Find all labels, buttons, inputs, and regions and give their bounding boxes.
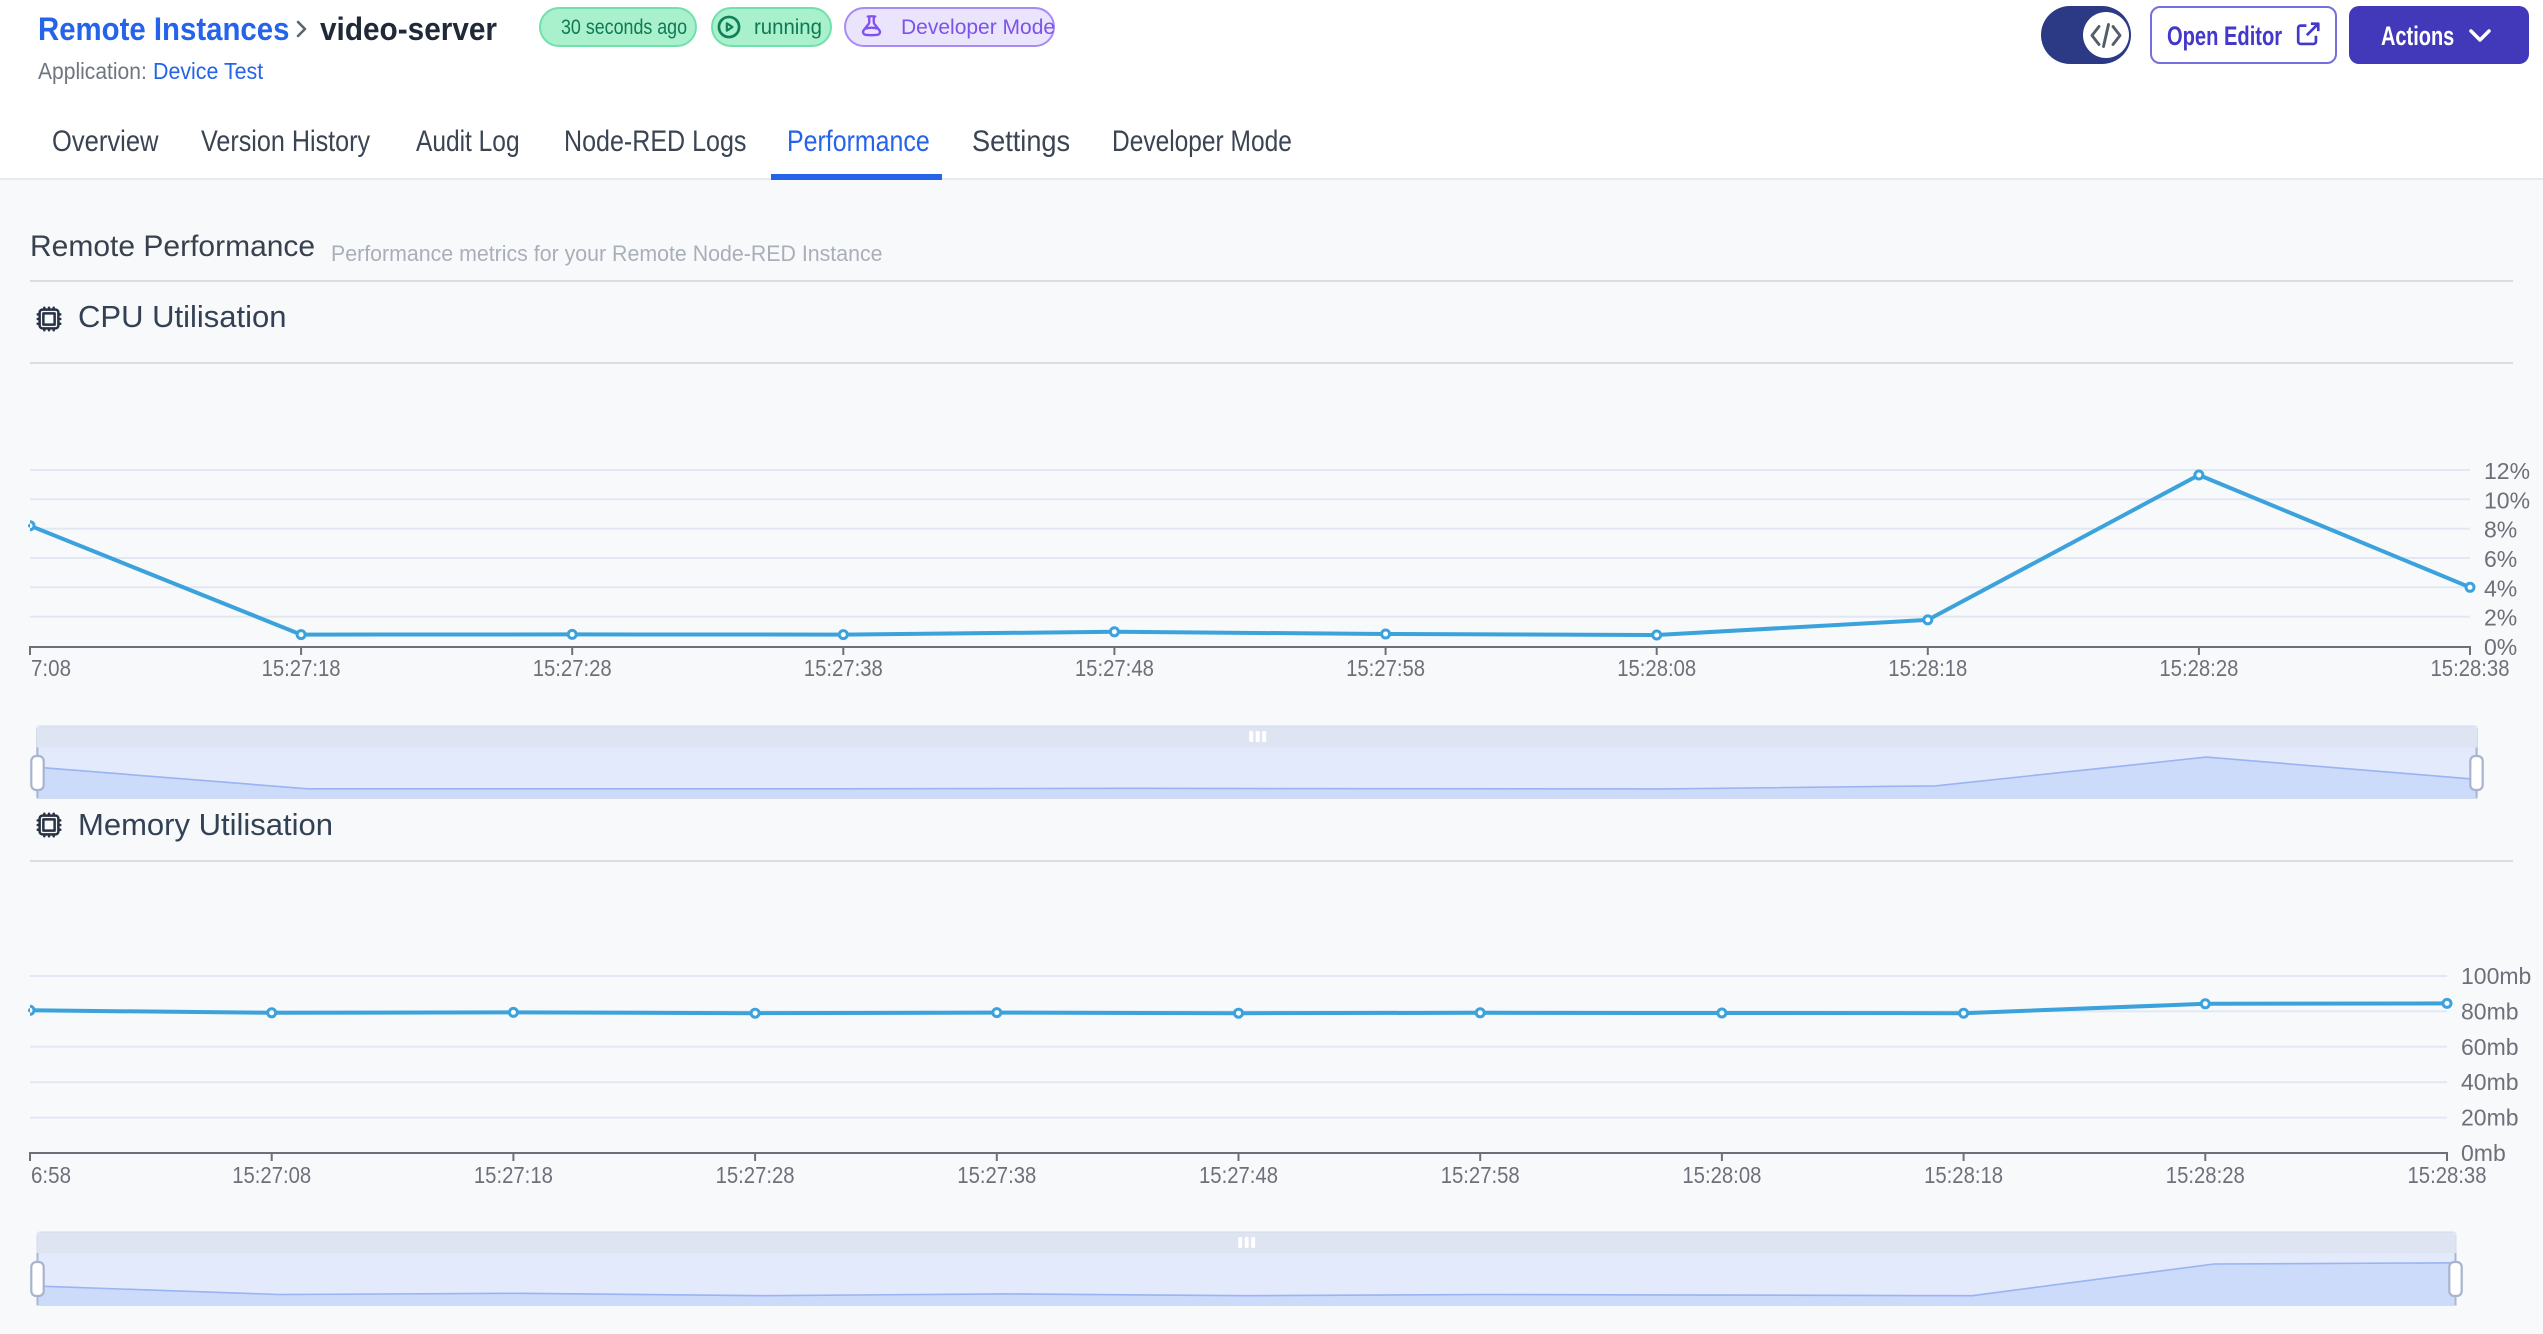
svg-text:7:08: 7:08 [31, 655, 71, 681]
svg-text:15:28:28: 15:28:28 [2159, 655, 2238, 681]
svg-text:15:27:48: 15:27:48 [1075, 655, 1154, 681]
svg-text:2%: 2% [2484, 605, 2517, 631]
svg-text:15:27:58: 15:27:58 [1346, 655, 1425, 681]
svg-text:15:27:18: 15:27:18 [262, 655, 341, 681]
svg-text:4%: 4% [2484, 575, 2517, 601]
svg-text:15:27:58: 15:27:58 [1441, 1162, 1520, 1188]
svg-text:60mb: 60mb [2461, 1034, 2519, 1060]
svg-text:6%: 6% [2484, 546, 2517, 572]
svg-text:12%: 12% [2484, 458, 2530, 484]
svg-text:15:27:48: 15:27:48 [1199, 1162, 1278, 1188]
svg-text:15:27:28: 15:27:28 [716, 1162, 795, 1188]
svg-text:10%: 10% [2484, 487, 2530, 513]
svg-text:80mb: 80mb [2461, 998, 2519, 1024]
svg-text:0%: 0% [2484, 634, 2517, 660]
svg-text:20mb: 20mb [2461, 1105, 2519, 1131]
svg-text:15:27:28: 15:27:28 [533, 655, 612, 681]
svg-text:15:27:38: 15:27:38 [957, 1162, 1036, 1188]
svg-text:15:28:28: 15:28:28 [2166, 1162, 2245, 1188]
svg-text:15:28:18: 15:28:18 [1924, 1162, 2003, 1188]
svg-text:0mb: 0mb [2461, 1140, 2506, 1166]
svg-text:15:28:08: 15:28:08 [1617, 655, 1696, 681]
svg-text:100mb: 100mb [2461, 963, 2531, 989]
svg-text:15:28:18: 15:28:18 [1888, 655, 1967, 681]
svg-text:8%: 8% [2484, 517, 2517, 543]
svg-text:40mb: 40mb [2461, 1069, 2519, 1095]
svg-text:15:27:38: 15:27:38 [804, 655, 883, 681]
svg-text:15:28:08: 15:28:08 [1682, 1162, 1761, 1188]
svg-text:15:27:08: 15:27:08 [232, 1162, 311, 1188]
svg-text:6:58: 6:58 [31, 1162, 71, 1188]
svg-text:15:27:18: 15:27:18 [474, 1162, 553, 1188]
